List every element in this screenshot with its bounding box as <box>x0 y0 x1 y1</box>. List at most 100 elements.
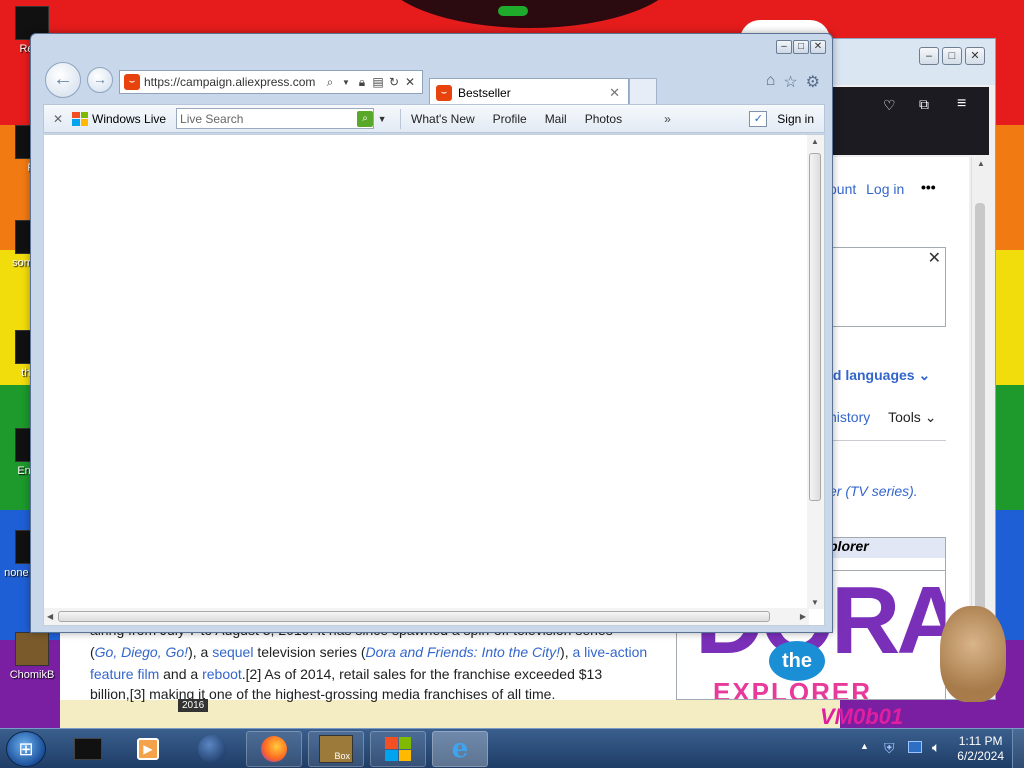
horizontal-scrollbar[interactable]: ◀ ▶ <box>44 608 809 625</box>
dropdown-icon[interactable]: ▼ <box>340 78 352 87</box>
feature-film-link[interactable]: feature film <box>90 666 159 682</box>
live-search-input[interactable]: Live Search ⌕ <box>176 108 375 129</box>
article-line-4: billion,[3] making it one of the highest… <box>90 686 556 702</box>
taskbar-item-windows[interactable] <box>370 731 426 767</box>
vertical-scrollbar[interactable]: ▲ ▼ <box>807 135 824 609</box>
pocket-icon[interactable]: ♡ <box>883 97 896 114</box>
address-url[interactable]: https://campaign.aliexpress.com <box>144 75 320 89</box>
chevron-down-icon: ⌄ <box>918 367 931 383</box>
stop-icon[interactable]: ✕ <box>404 75 416 89</box>
close-icon[interactable]: ✕ <box>928 248 941 268</box>
mail-link[interactable]: Mail <box>545 112 567 126</box>
go-diego-go-link[interactable]: Go, Diego, Go! <box>95 644 188 660</box>
scroll-down-icon[interactable]: ▼ <box>811 598 819 607</box>
scroll-thumb[interactable] <box>975 203 985 623</box>
whats-new-link[interactable]: What's New <box>411 112 475 126</box>
show-hidden-icons-icon[interactable]: ▲ <box>860 741 869 751</box>
menu-icon[interactable]: ≡ <box>957 95 966 113</box>
search-go-icon[interactable]: ⌕ <box>357 110 374 127</box>
scroll-thumb[interactable] <box>58 611 770 622</box>
home-icon[interactable]: ⌂ <box>766 72 776 92</box>
dora-sub-badge: the <box>769 641 825 681</box>
address-bar[interactable]: ⌣ https://campaign.aliexpress.com ⌕ ▼ 🔒︎… <box>119 70 423 94</box>
add-languages-button[interactable]: ld languages ⌄ <box>829 367 930 384</box>
extensions-icon[interactable]: ⧉ <box>919 96 929 113</box>
desktop-icon-chomikbox[interactable]: ChomikB <box>2 632 62 681</box>
security-shield-icon[interactable]: ⛨ <box>884 740 895 757</box>
scroll-thumb[interactable] <box>809 153 821 501</box>
sign-in-link[interactable]: Sign in <box>777 112 814 126</box>
taskbar-item-media-player[interactable]: ▶ <box>126 731 170 767</box>
reboot-link[interactable]: reboot <box>202 666 242 682</box>
compat-view-icon[interactable]: ▤ <box>372 75 384 89</box>
photos-link[interactable]: Photos <box>585 112 622 126</box>
more-options-icon[interactable]: ••• <box>921 179 936 195</box>
divider <box>400 108 402 129</box>
desktop-ufo-light <box>498 6 528 16</box>
login-link[interactable]: Log in <box>866 181 904 197</box>
clock[interactable]: 1:11 PM 6/2/2024 <box>957 734 1004 764</box>
taskbar-item-internet-explorer[interactable]: e <box>432 731 488 767</box>
volume-icon[interactable]: 🔈︎ <box>932 739 940 756</box>
windows-logo-icon <box>385 737 411 761</box>
maximize-button[interactable]: □ <box>793 40 809 54</box>
profile-link[interactable]: Profile <box>493 112 527 126</box>
taskbar-item-globe[interactable] <box>190 731 234 767</box>
scroll-left-icon[interactable]: ◀ <box>47 612 53 621</box>
close-tab-icon[interactable]: ✕ <box>609 85 620 101</box>
sign-in-area: ✓ Sign in <box>749 110 814 127</box>
close-button[interactable]: ✕ <box>810 40 826 54</box>
tab-title: Bestseller <box>458 85 511 100</box>
text: and a <box>159 666 203 682</box>
text: television series ( <box>253 644 366 660</box>
new-tab-button[interactable] <box>629 78 657 104</box>
clock-time: 1:11 PM <box>958 734 1003 748</box>
close-button[interactable]: ✕ <box>965 47 985 65</box>
aliexpress-favicon: ⌣ <box>436 84 452 101</box>
scroll-right-icon[interactable]: ▶ <box>800 612 806 621</box>
desktop-icon-label: ChomikB <box>9 669 55 681</box>
minimize-button[interactable]: – <box>776 40 792 54</box>
more-chevron-icon[interactable]: » <box>664 112 671 126</box>
create-account-link[interactable]: ount <box>829 181 856 197</box>
back-arrow-icon: ← <box>53 68 73 90</box>
tools-menu[interactable]: Tools ⌄ <box>888 409 936 425</box>
taskbar-item-chomikbox[interactable]: Box <box>308 731 364 767</box>
search-dropdown-icon[interactable]: ▼ <box>374 114 390 124</box>
windows-live-link[interactable]: Windows Live <box>92 112 166 126</box>
wiki-header-links: ount Log in <box>829 181 904 197</box>
refresh-icon[interactable]: ↻ <box>388 75 400 89</box>
page-viewport[interactable]: ▲ ▼ ◀ ▶ <box>43 134 825 626</box>
forward-button[interactable]: → <box>87 67 113 93</box>
gear-icon[interactable]: ⚙ <box>806 72 820 92</box>
text: .[2] As of 2014, retail sales for the fr… <box>241 666 603 682</box>
checkbox-icon[interactable]: ✓ <box>749 110 768 127</box>
favorites-star-icon[interactable]: ☆ <box>783 72 797 92</box>
start-button[interactable]: ⊞ <box>6 731 46 767</box>
back-button[interactable]: ← <box>45 62 81 98</box>
lock-icon[interactable]: 🔒︎ <box>356 75 368 90</box>
internet-explorer-window[interactable]: – □ ✕ ← → ⌣ https://campaign.aliexpress.… <box>30 33 833 633</box>
firefox-icon <box>261 736 287 762</box>
clock-date: 6/2/2024 <box>957 749 1004 763</box>
sequel-link[interactable]: sequel <box>212 644 253 660</box>
text: ), a <box>188 644 213 660</box>
dora-and-friends-link[interactable]: Dora and Friends: Into the City! <box>366 644 561 660</box>
live-action-link[interactable]: a live-action <box>573 644 648 660</box>
network-icon[interactable] <box>908 741 922 753</box>
tab-bestseller[interactable]: ⌣ Bestseller ✕ <box>429 78 629 106</box>
taskbar-item-firefox[interactable] <box>246 731 302 767</box>
minimize-button[interactable]: – <box>919 47 939 65</box>
hamster-image <box>940 606 1006 702</box>
scroll-up-icon[interactable]: ▲ <box>811 137 819 146</box>
search-icon[interactable]: ⌕ <box>324 75 336 90</box>
close-toolbar-icon[interactable]: ✕ <box>44 112 72 126</box>
window-controls: – □ ✕ <box>776 40 826 56</box>
show-desktop-button[interactable] <box>1012 729 1024 768</box>
maximize-button[interactable]: □ <box>942 47 962 65</box>
scroll-up-icon[interactable]: ▲ <box>977 159 985 168</box>
taskbar-item-explorer[interactable] <box>66 731 110 767</box>
hatnote-link[interactable]: er (TV series). <box>829 483 918 499</box>
view-history-link[interactable]: history <box>829 409 870 425</box>
desktop-art-label: 2016 <box>178 699 209 712</box>
